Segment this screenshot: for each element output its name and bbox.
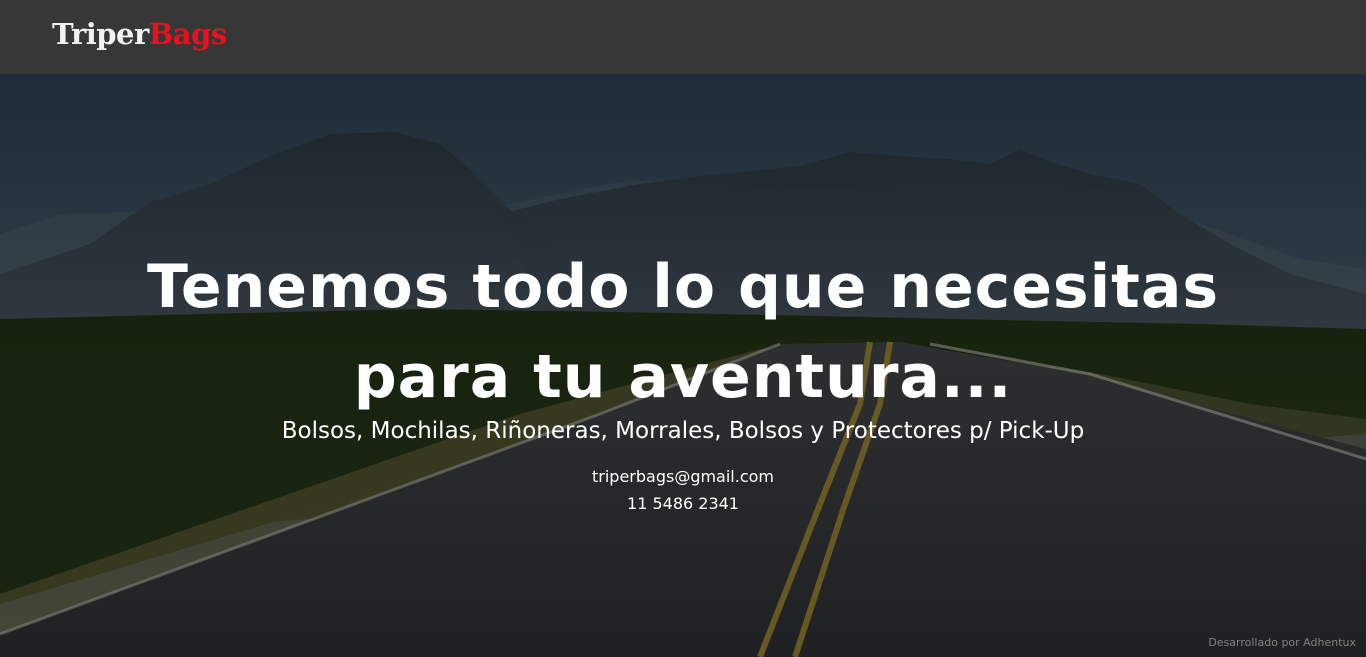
hero-headline-line1: Tenemos todo lo que necesitas [146,252,1220,322]
developer-credit[interactable]: Desarrollado por Adhentux [1208,636,1356,650]
hero-section: Tenemos todo lo que necesitas para tu av… [0,74,1366,657]
brand-logo[interactable]: TriperBags [52,14,227,54]
contact-info: triperbags@gmail.com 11 5486 2341 [0,463,1366,517]
hero-subheadline: Bolsos, Mochilas, Riñoneras, Morrales, B… [281,418,1085,444]
brand-logo-part1: Triper [52,17,149,51]
hero-headline-line2: para tu aventura... [353,342,1013,412]
contact-email[interactable]: triperbags@gmail.com [0,463,1366,490]
hero-headline: Tenemos todo lo que necesitas para tu av… [100,242,1266,422]
contact-phone[interactable]: 11 5486 2341 [0,490,1366,517]
top-navbar: TriperBags [0,0,1366,74]
brand-logo-part2: Bags [148,17,227,51]
